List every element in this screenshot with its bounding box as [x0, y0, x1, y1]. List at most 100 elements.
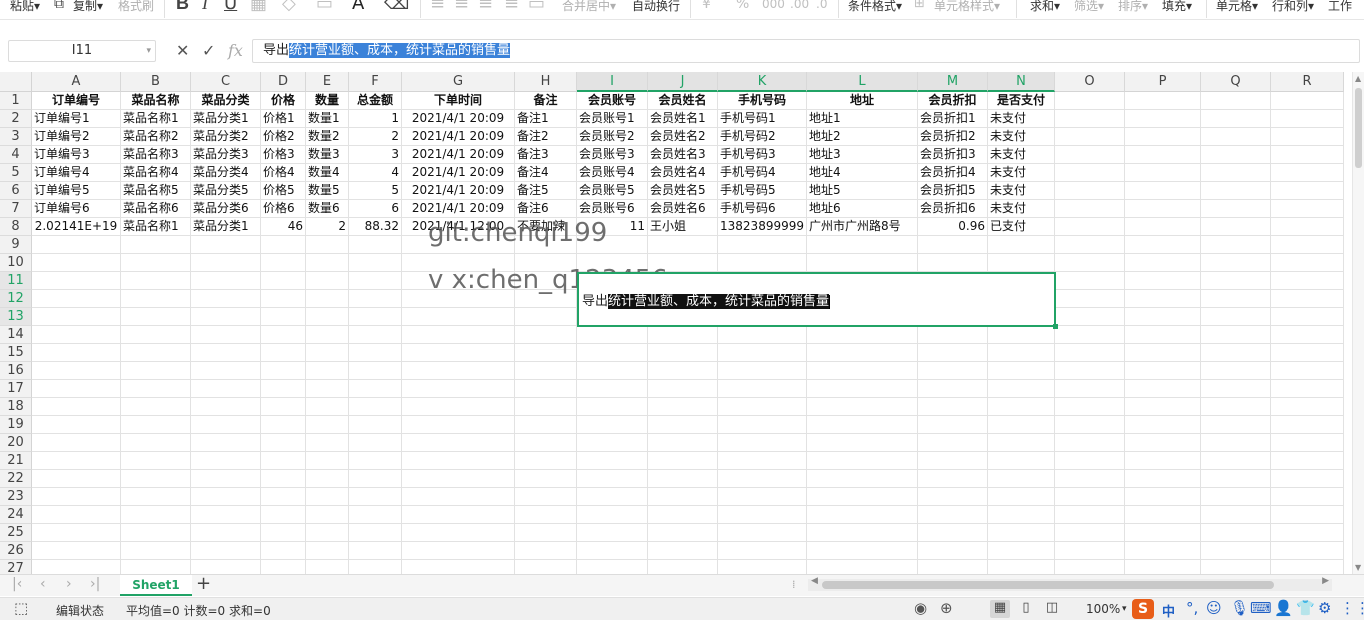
cell[interactable] [1271, 380, 1344, 398]
table-cell[interactable]: 备注2 [515, 128, 577, 146]
cell[interactable] [1055, 290, 1125, 308]
table-cell[interactable]: 会员账号1 [577, 110, 648, 128]
cell[interactable] [121, 344, 191, 362]
cell[interactable] [1125, 236, 1201, 254]
cell[interactable] [577, 416, 648, 434]
cell[interactable] [807, 470, 918, 488]
column-header-o[interactable]: O [1055, 72, 1125, 92]
cell[interactable] [718, 380, 807, 398]
cell[interactable] [261, 452, 306, 470]
cell[interactable] [306, 344, 349, 362]
cell[interactable] [121, 236, 191, 254]
column-title[interactable]: 菜品分类 [191, 92, 261, 110]
cell[interactable] [1271, 200, 1344, 218]
cell[interactable] [1201, 236, 1271, 254]
cell[interactable] [718, 398, 807, 416]
cell[interactable] [261, 398, 306, 416]
cell[interactable] [32, 308, 121, 326]
cell[interactable] [32, 398, 121, 416]
font-color-button[interactable]: A [352, 0, 364, 14]
cell[interactable] [988, 542, 1055, 560]
cell[interactable] [402, 362, 515, 380]
cell[interactable] [648, 452, 718, 470]
cell[interactable] [807, 236, 918, 254]
column-title[interactable]: 备注 [515, 92, 577, 110]
cell[interactable] [1201, 470, 1271, 488]
cell[interactable] [515, 434, 577, 452]
cell[interactable] [988, 398, 1055, 416]
cell[interactable] [261, 308, 306, 326]
cell[interactable] [718, 506, 807, 524]
cell[interactable] [648, 398, 718, 416]
row-header-7[interactable]: 7 [0, 200, 32, 218]
column-title[interactable]: 总金额 [349, 92, 402, 110]
cell[interactable] [306, 560, 349, 574]
cell[interactable] [1201, 200, 1271, 218]
cell[interactable] [807, 560, 918, 574]
cell[interactable] [349, 542, 402, 560]
cell[interactable] [1055, 344, 1125, 362]
cell[interactable] [306, 380, 349, 398]
cell[interactable] [577, 506, 648, 524]
cell[interactable] [261, 524, 306, 542]
cell[interactable] [577, 326, 648, 344]
row-header-6[interactable]: 6 [0, 182, 32, 200]
table-cell[interactable]: 价格5 [261, 182, 306, 200]
cell[interactable] [577, 542, 648, 560]
cell[interactable] [1055, 434, 1125, 452]
table-cell[interactable]: 未支付 [988, 164, 1055, 182]
table-cell[interactable]: 价格4 [261, 164, 306, 182]
cell[interactable] [648, 506, 718, 524]
column-title[interactable]: 菜品名称 [121, 92, 191, 110]
cell[interactable] [1271, 164, 1344, 182]
table-cell[interactable]: 备注6 [515, 200, 577, 218]
table-cell[interactable]: 订单编号1 [32, 110, 121, 128]
table-cell[interactable]: 已支付 [988, 218, 1055, 236]
cell[interactable] [191, 326, 261, 344]
cell[interactable] [807, 344, 918, 362]
table-cell[interactable]: 会员账号3 [577, 146, 648, 164]
cell[interactable] [577, 362, 648, 380]
table-cell[interactable]: 会员折扣6 [918, 200, 988, 218]
cell[interactable] [402, 398, 515, 416]
horizontal-scrollbar[interactable]: ◀ ▶ [808, 576, 1332, 591]
row-header-16[interactable]: 16 [0, 362, 32, 380]
fill-color-icon[interactable]: ◇ [282, 0, 296, 14]
cell[interactable] [807, 362, 918, 380]
table-cell[interactable]: 13823899999 [718, 218, 807, 236]
percent-button[interactable]: % [736, 0, 749, 12]
cell[interactable] [191, 488, 261, 506]
cell[interactable] [1271, 272, 1344, 290]
cell[interactable] [988, 326, 1055, 344]
cell[interactable] [515, 344, 577, 362]
cell[interactable] [349, 470, 402, 488]
cell[interactable] [121, 560, 191, 574]
cell[interactable] [402, 326, 515, 344]
table-cell[interactable]: 手机号码2 [718, 128, 807, 146]
cell[interactable] [1125, 398, 1201, 416]
cell[interactable] [1125, 254, 1201, 272]
cell[interactable] [121, 470, 191, 488]
column-title[interactable]: 地址 [807, 92, 918, 110]
table-cell[interactable]: 广州市广州路8号 [807, 218, 918, 236]
row-header-3[interactable]: 3 [0, 128, 32, 146]
table-cell[interactable]: 菜品分类5 [191, 182, 261, 200]
cell[interactable] [718, 542, 807, 560]
cell[interactable] [1055, 506, 1125, 524]
table-cell[interactable]: 会员姓名6 [648, 200, 718, 218]
table-cell[interactable]: 手机号码6 [718, 200, 807, 218]
row-header-10[interactable]: 10 [0, 254, 32, 272]
column-title[interactable]: 会员姓名 [648, 92, 718, 110]
cell[interactable] [1125, 344, 1201, 362]
cell[interactable] [1055, 272, 1125, 290]
cell[interactable] [191, 380, 261, 398]
cell[interactable] [261, 236, 306, 254]
cell[interactable] [1055, 92, 1125, 110]
cell[interactable] [1201, 344, 1271, 362]
cell[interactable] [402, 488, 515, 506]
cell[interactable] [1201, 434, 1271, 452]
column-header-f[interactable]: F [349, 72, 402, 92]
cell[interactable] [32, 380, 121, 398]
cell[interactable] [1271, 290, 1344, 308]
cell[interactable] [1055, 380, 1125, 398]
